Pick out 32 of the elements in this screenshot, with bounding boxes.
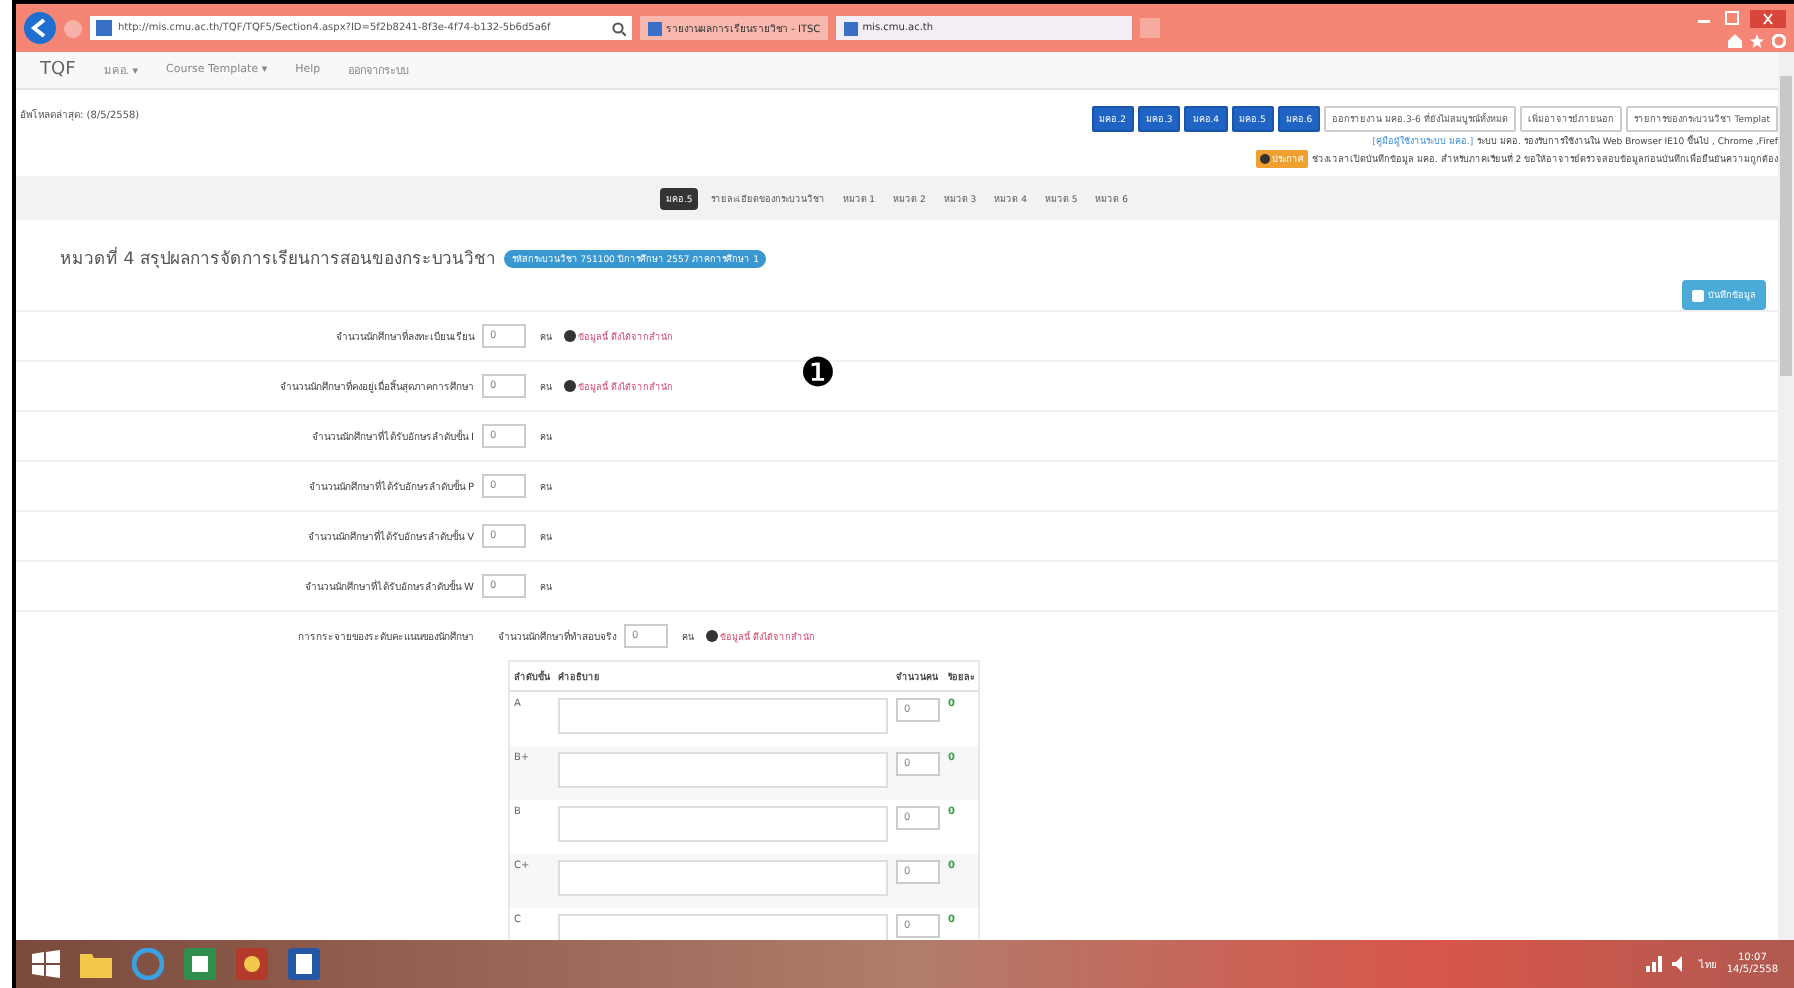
network-icon[interactable]	[1646, 956, 1663, 972]
description-field[interactable]	[558, 752, 888, 788]
search-icon[interactable]	[612, 21, 626, 35]
app-icon[interactable]	[184, 948, 216, 980]
scroll-thumb[interactable]	[1780, 76, 1792, 376]
windows-icon[interactable]	[32, 950, 60, 978]
page-icon	[648, 21, 662, 35]
folder-icon[interactable]	[80, 950, 112, 978]
scrollbar[interactable]	[1778, 52, 1794, 940]
brand-link[interactable]: TQF	[40, 60, 76, 80]
info-icon	[706, 630, 718, 642]
info-icon	[1259, 154, 1270, 164]
home-icon[interactable]	[1728, 33, 1742, 47]
save-icon	[1692, 289, 1704, 301]
close-icon[interactable]	[1750, 9, 1786, 27]
annotation-marker: ❶	[800, 348, 836, 396]
info-icon	[564, 380, 576, 392]
settings-icon[interactable]	[1772, 33, 1786, 47]
app-icon[interactable]	[236, 948, 268, 980]
back-icon[interactable]	[24, 12, 56, 44]
page-icon	[96, 20, 112, 36]
app-icon[interactable]	[288, 948, 320, 980]
description-field[interactable]	[558, 806, 888, 842]
restore-icon[interactable]	[1722, 10, 1742, 26]
description-field[interactable]	[558, 698, 888, 734]
section-heading: หมวดที่ 4 สรุปผลการจัดการเรียนการสอนของกระบวนวิชา	[60, 244, 496, 272]
star-icon[interactable]	[1750, 33, 1764, 47]
browser-icon[interactable]	[132, 948, 164, 980]
description-field[interactable]	[558, 860, 888, 896]
page-icon	[844, 21, 859, 35]
info-icon	[564, 330, 576, 342]
description-field[interactable]	[558, 914, 888, 940]
